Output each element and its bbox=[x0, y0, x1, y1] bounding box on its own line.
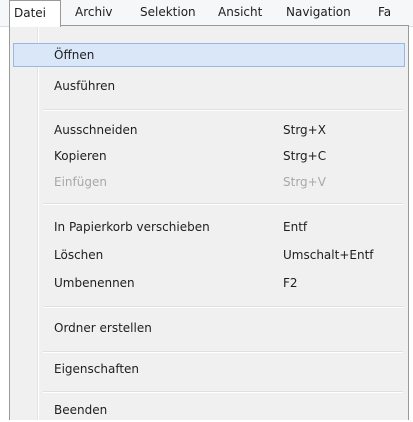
menu-item-shortcut: F2 bbox=[283, 276, 298, 290]
menu-separator bbox=[43, 306, 403, 308]
menu-item-label: Kopieren bbox=[54, 149, 107, 163]
menu-separator bbox=[43, 351, 403, 353]
file-dropdown-menu: Öffnen Ausführen Ausschneiden Strg+X Kop… bbox=[9, 25, 409, 420]
menu-separator bbox=[43, 391, 403, 393]
menu-item-shortcut: Umschalt+Entf bbox=[283, 248, 374, 262]
menu-archiv[interactable]: Archiv bbox=[75, 0, 113, 25]
menu-item-label: Ausführen bbox=[54, 79, 116, 93]
menu-item-label: Beenden bbox=[54, 403, 108, 417]
menu-item-exit[interactable]: Beenden bbox=[13, 398, 405, 422]
menu-item-run[interactable]: Ausführen bbox=[13, 74, 405, 98]
menu-item-label: Löschen bbox=[54, 248, 104, 262]
menu-item-copy[interactable]: Kopieren Strg+C bbox=[13, 144, 405, 168]
menu-item-properties[interactable]: Eigenschaften bbox=[13, 357, 405, 381]
menu-item-open[interactable]: Öffnen bbox=[13, 43, 405, 67]
menu-separator bbox=[43, 109, 403, 111]
menu-bar: Datei Archiv Selektion Ansicht Navigatio… bbox=[0, 0, 413, 27]
menu-item-paste[interactable]: Einfügen Strg+V bbox=[13, 170, 405, 194]
menu-item-shortcut: Strg+V bbox=[283, 175, 326, 189]
menu-item-label: In Papierkorb verschieben bbox=[54, 220, 210, 234]
menu-selektion[interactable]: Selektion bbox=[140, 0, 196, 25]
menu-item-label: Ordner erstellen bbox=[54, 321, 152, 335]
menu-item-rename[interactable]: Umbenennen F2 bbox=[13, 271, 405, 295]
menu-item-label: Eigenschaften bbox=[54, 362, 140, 376]
menu-item-recycle[interactable]: In Papierkorb verschieben Entf bbox=[13, 215, 405, 239]
menu-item-label: Öffnen bbox=[54, 48, 95, 62]
menu-item-shortcut: Strg+X bbox=[283, 123, 326, 137]
menu-item-shortcut: Entf bbox=[283, 220, 308, 234]
menu-datei[interactable]: Datei bbox=[9, 0, 61, 27]
menu-item-label: Einfügen bbox=[54, 175, 107, 189]
menu-separator bbox=[43, 203, 403, 205]
menu-item-shortcut: Strg+C bbox=[283, 149, 327, 163]
menu-item-label: Umbenennen bbox=[54, 276, 135, 290]
menu-ansicht[interactable]: Ansicht bbox=[218, 0, 262, 25]
menu-navigation[interactable]: Navigation bbox=[286, 0, 351, 25]
menu-item-label: Ausschneiden bbox=[54, 123, 138, 137]
menu-item-delete[interactable]: Löschen Umschalt+Entf bbox=[13, 243, 405, 267]
menu-fa[interactable]: Fa bbox=[378, 0, 391, 25]
menu-item-new-folder[interactable]: Ordner erstellen bbox=[13, 316, 405, 340]
menu-item-cut[interactable]: Ausschneiden Strg+X bbox=[13, 118, 405, 142]
